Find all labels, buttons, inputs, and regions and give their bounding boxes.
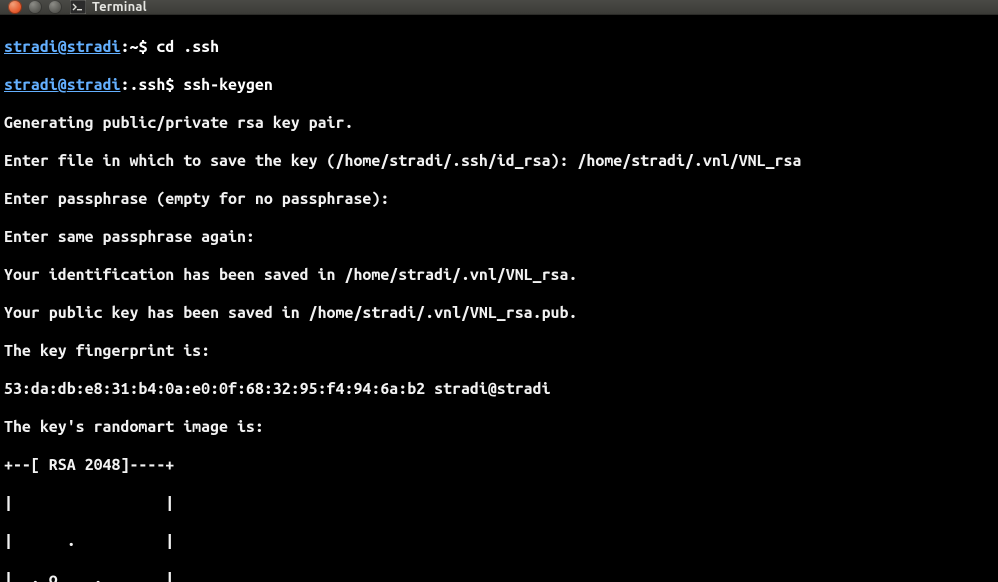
cmd-keygen: ssh-keygen <box>183 76 273 94</box>
randomart-line: | . | <box>4 532 994 551</box>
terminal-body[interactable]: stradi@stradi:~$ cd .ssh stradi@stradi:.… <box>0 15 998 582</box>
output-line: The key fingerprint is: <box>4 342 994 361</box>
randomart-line: +--[ RSA 2048]----+ <box>4 456 994 475</box>
output-line: Enter passphrase (empty for no passphras… <box>4 190 994 209</box>
prompt-host: stradi <box>67 76 121 94</box>
prompt-sigil: $ <box>165 76 174 94</box>
prompt-sigil: $ <box>138 38 147 56</box>
output-line: Your public key has been saved in /home/… <box>4 304 994 323</box>
cmd-cd: cd .ssh <box>156 38 219 56</box>
terminal-icon <box>70 0 86 14</box>
output-line: Your identification has been saved in /h… <box>4 266 994 285</box>
prompt-cwd: .ssh <box>129 76 165 94</box>
output-line: 53:da:db:e8:31:b4:0a:e0:0f:68:32:95:f4:9… <box>4 380 994 399</box>
prompt-user: stradi <box>4 76 58 94</box>
prompt-at: @ <box>58 76 67 94</box>
title-wrap: Terminal <box>70 0 147 14</box>
output-line: Enter same passphrase again: <box>4 228 994 247</box>
randomart-line: | | <box>4 494 994 513</box>
maximize-icon[interactable] <box>48 0 62 14</box>
window-title: Terminal <box>92 0 147 14</box>
output-line: Generating public/private rsa key pair. <box>4 114 994 133</box>
titlebar: Terminal <box>0 0 998 15</box>
prompt-line: stradi@stradi:~$ cd .ssh <box>4 38 994 57</box>
terminal-window: Terminal stradi@stradi:~$ cd .ssh stradi… <box>0 0 998 582</box>
randomart-line: | . o . | <box>4 570 994 582</box>
close-icon[interactable] <box>8 0 22 14</box>
output-line: Enter file in which to save the key (/ho… <box>4 152 994 171</box>
minimize-icon[interactable] <box>28 0 42 14</box>
prompt-user: stradi <box>4 38 58 56</box>
prompt-at: @ <box>58 38 67 56</box>
window-buttons <box>8 0 62 14</box>
output-line: The key's randomart image is: <box>4 418 994 437</box>
prompt-host: stradi <box>67 38 121 56</box>
prompt-line: stradi@stradi:.ssh$ ssh-keygen <box>4 76 994 95</box>
